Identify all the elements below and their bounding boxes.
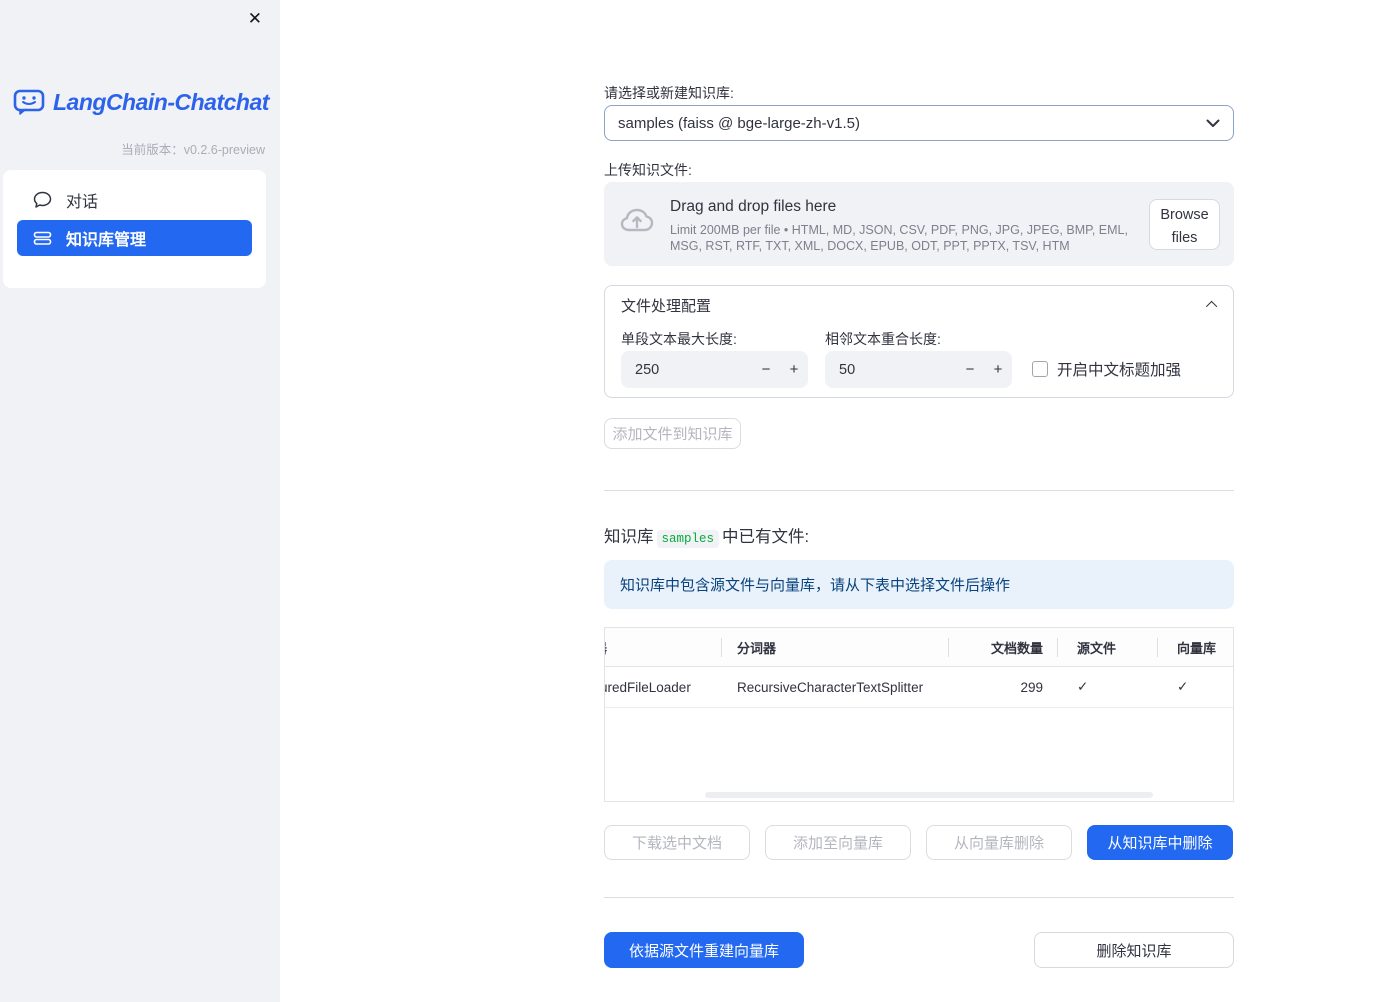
- info-text: 知识库中包含源文件与向量库，请从下表中选择文件后操作: [620, 577, 1011, 594]
- file-config-expander: 文件处理配置 单段文本最大长度: 相邻文本重合长度: 250 − + 50 − …: [604, 285, 1234, 398]
- file-action-buttons: 下载选中文档 添加至向量库 从向量库删除 从知识库中删除: [604, 825, 1234, 860]
- kb-files-table[interactable]: 器 分词器 文档数量 源文件 向量库 uredFileLoader Recurs…: [604, 627, 1234, 802]
- add-files-to-kb-button[interactable]: 添加文件到知识库: [604, 418, 741, 449]
- stack-icon: [33, 229, 52, 247]
- cell-loader: uredFileLoader: [605, 679, 691, 695]
- cell-vector-store-check: ✓: [1177, 679, 1189, 694]
- add-to-vector-store-button[interactable]: 添加至向量库: [765, 825, 911, 860]
- zh-title-enhance-label: 开启中文标题加强: [1057, 362, 1182, 379]
- minus-stepper[interactable]: −: [956, 351, 984, 388]
- dropzone-text: Drag and drop files here Limit 200MB per…: [670, 198, 1144, 254]
- expander-header[interactable]: 文件处理配置: [605, 286, 1233, 324]
- sidebar-close-icon[interactable]: ✕: [244, 6, 266, 31]
- download-selected-button[interactable]: 下载选中文档: [604, 825, 750, 860]
- chunk-size-value: 250: [635, 361, 660, 378]
- expander-title: 文件处理配置: [621, 297, 712, 315]
- kb-select-value: samples (faiss @ bge-large-zh-v1.5): [618, 114, 860, 132]
- dropzone-title: Drag and drop files here: [670, 198, 837, 215]
- file-dropzone[interactable]: Drag and drop files here Limit 200MB per…: [604, 182, 1234, 266]
- delete-kb-button[interactable]: 删除知识库: [1034, 932, 1234, 968]
- app-logo: LangChain-Chatchat: [13, 88, 269, 116]
- kb-select-label: 请选择或新建知识库:: [604, 85, 734, 101]
- overlap-size-label: 相邻文本重合长度:: [825, 331, 941, 347]
- overlap-size-input[interactable]: 50 − +: [825, 351, 1012, 388]
- zh-title-enhance-option: 开启中文标题加强: [1032, 358, 1181, 380]
- sidebar: ✕ LangChain-Chatchat 当前版本：v0.2.6-preview: [0, 0, 280, 1002]
- kb-files-heading: 知识库 samples 中已有文件:: [604, 528, 810, 548]
- plus-stepper[interactable]: +: [984, 351, 1012, 388]
- kb-select-dropdown[interactable]: samples (faiss @ bge-large-zh-v1.5): [604, 105, 1234, 141]
- horizontal-scrollbar[interactable]: [705, 792, 1153, 798]
- col-header-splitter: 分词器: [721, 637, 948, 657]
- col-header-doc-count: 文档数量: [948, 637, 1057, 657]
- col-header-loader: 器: [605, 638, 721, 657]
- zh-title-enhance-checkbox[interactable]: [1032, 361, 1048, 377]
- divider: [604, 897, 1234, 898]
- chunk-size-label: 单段文本最大长度:: [621, 331, 737, 347]
- app-window: ✕ LangChain-Chatchat 当前版本：v0.2.6-preview: [0, 0, 1380, 1002]
- chevron-down-icon: [1206, 119, 1220, 128]
- chat-bubble-icon: [33, 191, 52, 209]
- dropzone-limit-text: Limit 200MB per file • HTML, MD, JSON, C…: [670, 223, 1128, 253]
- overlap-size-value: 50: [839, 361, 856, 378]
- table-row[interactable]: uredFileLoader RecursiveCharacterTextSpl…: [605, 667, 1233, 708]
- cell-splitter: RecursiveCharacterTextSplitter: [737, 679, 924, 695]
- browse-files-button[interactable]: Browse files: [1149, 199, 1220, 250]
- chunk-size-input[interactable]: 250 − +: [621, 351, 808, 388]
- sidebar-item-label: 知识库管理: [66, 232, 147, 249]
- minus-stepper[interactable]: −: [752, 351, 780, 388]
- logo-chat-icon: [13, 88, 45, 116]
- sidebar-item-dialogue[interactable]: 对话: [17, 182, 252, 218]
- main-content: 请选择或新建知识库: samples (faiss @ bge-large-zh…: [604, 0, 1234, 1002]
- sidebar-menu: 对话 知识库管理: [3, 170, 266, 288]
- table-header-row: 器 分词器 文档数量 源文件 向量库: [605, 628, 1233, 667]
- divider: [604, 490, 1234, 491]
- info-banner: 知识库中包含源文件与向量库，请从下表中选择文件后操作: [604, 560, 1234, 609]
- version-text: 当前版本：v0.2.6-preview: [121, 143, 265, 157]
- app-title: LangChain-Chatchat: [53, 88, 269, 115]
- sidebar-item-label: 对话: [66, 194, 99, 211]
- cloud-upload-icon: [620, 207, 654, 233]
- cell-source-file-check: ✓: [1077, 679, 1089, 694]
- col-header-vector-store: 向量库: [1157, 637, 1233, 657]
- delete-from-kb-button[interactable]: 从知识库中删除: [1087, 825, 1233, 860]
- kb-name-code: samples: [656, 530, 720, 548]
- rebuild-vector-store-button[interactable]: 依据源文件重建向量库: [604, 932, 804, 968]
- cell-doc-count: 299: [1020, 679, 1043, 695]
- chevron-up-icon: [1205, 300, 1218, 313]
- plus-stepper[interactable]: +: [780, 351, 808, 388]
- upload-label: 上传知识文件:: [604, 162, 692, 178]
- delete-from-vector-store-button[interactable]: 从向量库删除: [926, 825, 1072, 860]
- col-header-source-file: 源文件: [1057, 637, 1157, 657]
- sidebar-item-kb-management[interactable]: 知识库管理: [17, 220, 252, 256]
